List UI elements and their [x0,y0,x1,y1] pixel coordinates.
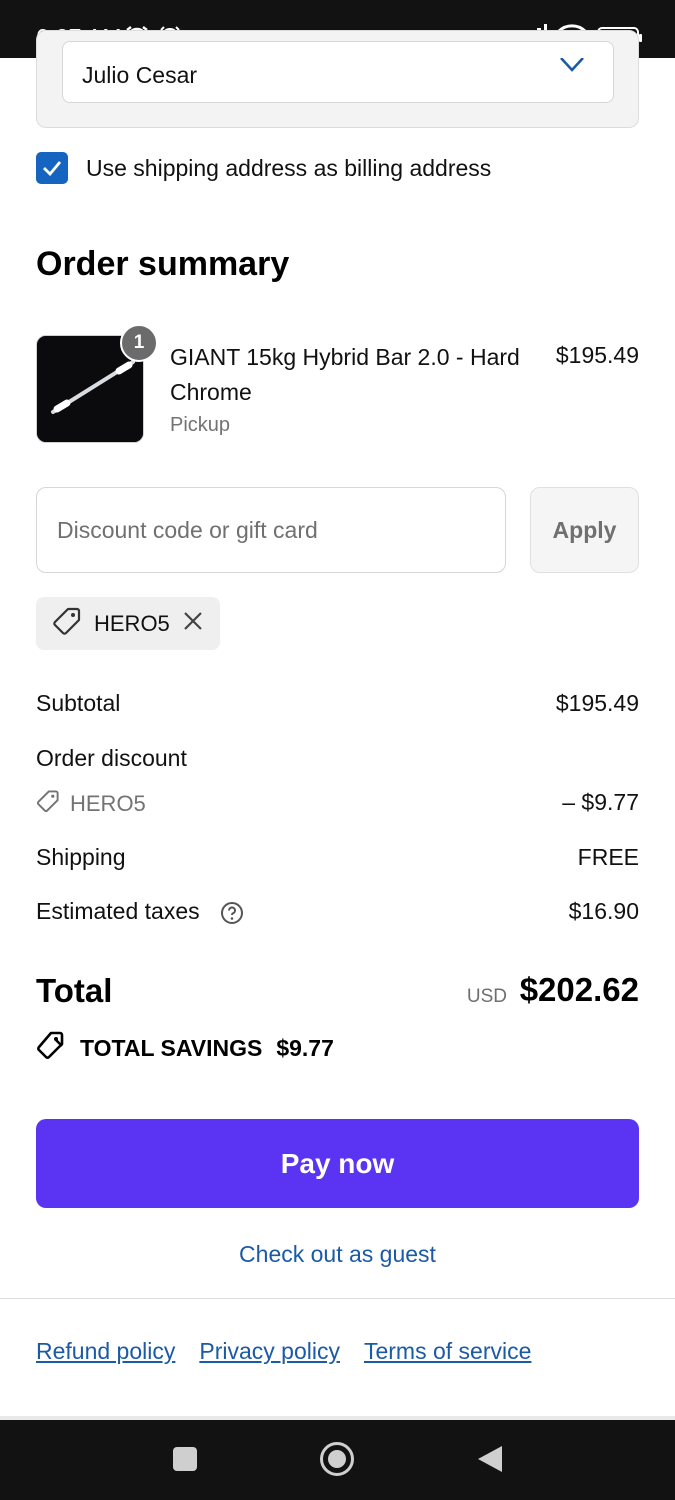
billing-checkbox-label: Use shipping address as billing address [86,154,492,181]
system-navigation-bar [0,1420,675,1500]
policy-links: Refund policy Privacy policy Terms of se… [36,1338,531,1365]
order-discount-code: HERO5 [36,789,146,819]
applied-discount-chip: HERO5 [36,597,220,650]
pay-now-button[interactable]: Pay now [36,1119,639,1208]
total-savings: TOTAL SAVINGS $9.77 [36,1030,334,1066]
tag-icon [52,606,82,641]
total-savings-label: TOTAL SAVINGS [80,1034,263,1061]
discount-code-input[interactable] [36,487,506,573]
help-icon[interactable] [220,901,244,925]
estimated-taxes-label: Estimated taxes [36,898,200,924]
savings-tag-icon [36,1030,66,1066]
nav-back-icon[interactable] [476,1444,504,1479]
refund-policy-link[interactable]: Refund policy [36,1338,175,1365]
quantity-badge: 1 [120,324,158,362]
estimated-taxes-value: $16.90 [568,898,639,924]
apply-discount-button[interactable]: Apply [530,487,639,573]
order-discount-label: Order discount [36,745,187,771]
shipping-label: Shipping [36,844,126,870]
billing-checkbox[interactable] [36,152,68,184]
close-icon[interactable] [558,57,649,79]
order-discount-value: – $9.77 [562,789,639,815]
nav-home-icon[interactable] [319,1441,355,1482]
order-summary-title: Order summary [36,245,290,283]
footer-divider [0,1298,675,1299]
order-discount-code-label: HERO5 [70,791,146,816]
total-currency: USD [466,986,507,1007]
check-icon [43,161,62,176]
remove-discount-icon[interactable] [182,610,204,637]
total-label: Total [36,972,113,1009]
product-name: GIANT 15kg Hybrid Bar 2.0 - Hard Chrome [170,344,520,405]
estimated-taxes-row: Estimated taxes [36,898,244,925]
tag-icon [36,789,60,819]
nav-recents-icon[interactable] [172,1446,198,1477]
name-field-value[interactable]: Julio Cesar [82,62,197,89]
shipping-value: FREE [577,844,639,870]
total-value: $202.62 [519,971,639,1008]
subtotal-value: $195.49 [555,690,639,716]
delivery-method: Pickup [170,414,231,436]
applied-code-label: HERO5 [94,610,170,636]
total-savings-value: $9.77 [276,1034,334,1061]
terms-of-service-link[interactable]: Terms of service [364,1338,531,1365]
product-price: $195.49 [555,342,639,368]
checkout-as-guest-link[interactable]: Check out as guest [0,1241,675,1268]
privacy-policy-link[interactable]: Privacy policy [199,1338,340,1365]
subtotal-label: Subtotal [36,690,121,716]
billing-address-toggle[interactable]: Use shipping address as billing address [36,152,491,184]
